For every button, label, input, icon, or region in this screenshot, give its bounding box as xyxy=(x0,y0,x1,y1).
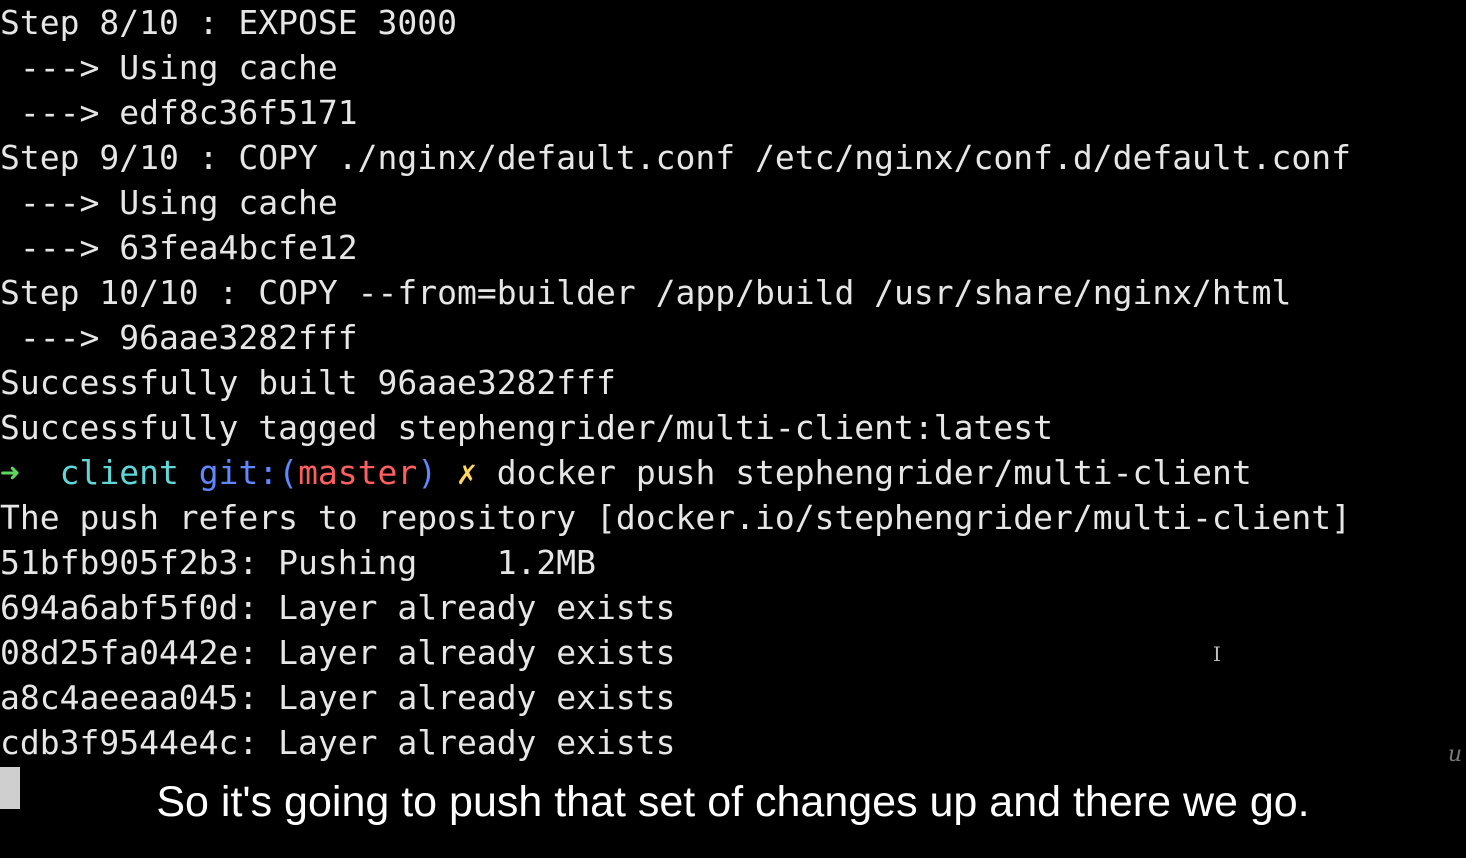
shell-prompt-line: ➜ client git:(master) ✗ docker push step… xyxy=(0,450,1252,495)
prompt-git-prefix: git:( xyxy=(198,453,299,492)
video-caption: So it's going to push that set of change… xyxy=(156,778,1310,826)
terminal-line: Successfully tagged stephengrider/multi-… xyxy=(0,408,1053,447)
terminal-window[interactable]: Step 8/10 : EXPOSE 3000 ---> Using cache… xyxy=(0,0,1466,828)
terminal-line: a8c4aeeaa045: Layer already exists xyxy=(0,678,676,717)
watermark-mark: u xyxy=(1447,742,1462,767)
git-dirty-icon: ✗ xyxy=(457,453,477,492)
terminal-line: Successfully built 96aae3282fff xyxy=(0,363,616,402)
terminal-line: Step 10/10 : COPY --from=builder /app/bu… xyxy=(0,273,1292,312)
terminal-line: Step 9/10 : COPY ./nginx/default.conf /e… xyxy=(0,138,1352,177)
terminal-line: ---> 63fea4bcfe12 xyxy=(0,228,358,267)
terminal-line: 694a6abf5f0d: Layer already exists xyxy=(0,588,676,627)
terminal-line: The push refers to repository [docker.io… xyxy=(0,498,1352,537)
terminal-line: ---> edf8c36f5171 xyxy=(0,93,358,132)
text-cursor-icon: I xyxy=(1213,642,1221,666)
terminal-line: 08d25fa0442e: Layer already exists xyxy=(0,633,676,672)
terminal-line: 51bfb905f2b3: Pushing 1.2MB xyxy=(0,543,597,582)
prompt-arrow-icon: ➜ xyxy=(0,453,20,492)
terminal-line: ---> 96aae3282fff xyxy=(0,318,358,357)
prompt-git-suffix: ) xyxy=(417,453,438,492)
shell-command: docker push stephengrider/multi-client xyxy=(496,453,1252,492)
terminal-line: ---> Using cache xyxy=(0,183,338,222)
terminal-line: Step 8/10 : EXPOSE 3000 xyxy=(0,3,457,42)
prompt-git-branch: master xyxy=(298,453,418,492)
terminal-line: cdb3f9544e4c: Layer already exists xyxy=(0,723,676,762)
prompt-directory: client xyxy=(59,453,179,492)
terminal-line: ---> Using cache xyxy=(0,48,338,87)
